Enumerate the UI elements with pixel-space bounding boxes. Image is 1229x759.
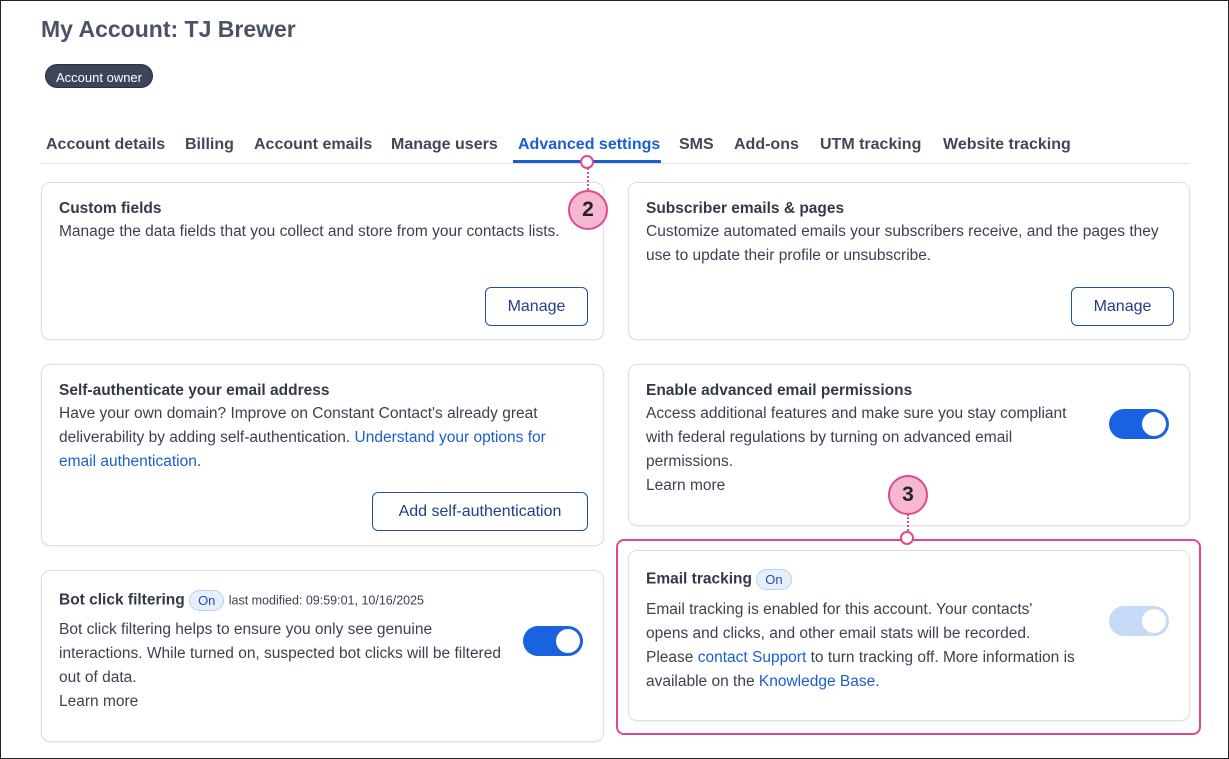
card-description: Bot click filtering helps to ensure you … xyxy=(59,621,501,686)
add-self-authentication-button[interactable]: Add self-authentication xyxy=(372,492,588,531)
learn-more-link[interactable]: Learn more xyxy=(646,474,725,498)
callout-3-marker: 3 xyxy=(888,475,928,515)
card-title: Bot click filtering xyxy=(59,591,185,609)
card-description: Have your own domain? Improve on Constan… xyxy=(59,402,584,474)
card-title-row: Bot click filtering On last modified: 09… xyxy=(59,590,424,611)
tab-website-tracking[interactable]: Website tracking xyxy=(943,136,1071,154)
subscriber-emails-card: Subscriber emails & pages Customize auto… xyxy=(628,182,1190,340)
tab-billing[interactable]: Billing xyxy=(185,136,234,154)
email-tracking-highlight xyxy=(616,539,1201,735)
tab-bar: Account details Billing Account emails M… xyxy=(41,127,1190,164)
card-description: Manage the data fields that you collect … xyxy=(59,223,560,240)
learn-more-link[interactable]: Learn more xyxy=(59,690,138,714)
toggle-knob xyxy=(1142,412,1166,436)
card-description: Access additional features and make sure… xyxy=(646,405,1067,470)
tab-utm-tracking[interactable]: UTM tracking xyxy=(820,136,921,154)
tab-sms[interactable]: SMS xyxy=(679,136,714,154)
last-modified-text: last modified: 09:59:01, 10/16/2025 xyxy=(228,593,425,608)
account-owner-badge: Account owner xyxy=(45,64,153,88)
description-end: . xyxy=(196,453,202,470)
custom-fields-card: Custom fields Manage the data fields tha… xyxy=(41,182,604,340)
manage-subscriber-emails-button[interactable]: Manage xyxy=(1071,287,1174,326)
tab-manage-users[interactable]: Manage users xyxy=(391,136,498,154)
callout-2-connector xyxy=(587,168,589,190)
card-title: Subscriber emails & pages xyxy=(646,200,845,217)
self-authenticate-card: Self-authenticate your email address Hav… xyxy=(41,364,604,546)
card-description: Customize automated emails your subscrib… xyxy=(646,223,1159,264)
manage-custom-fields-button[interactable]: Manage xyxy=(485,287,588,326)
status-badge: On xyxy=(189,590,225,611)
bot-click-filtering-toggle[interactable] xyxy=(523,626,583,656)
tab-add-ons[interactable]: Add-ons xyxy=(734,136,799,154)
card-title: Custom fields xyxy=(59,200,162,217)
bot-click-filtering-card: Bot click filtering On last modified: 09… xyxy=(41,570,604,742)
advanced-permissions-toggle[interactable] xyxy=(1109,409,1169,439)
card-title: Self-authenticate your email address xyxy=(59,382,330,399)
toggle-knob xyxy=(556,629,580,653)
tab-account-details[interactable]: Account details xyxy=(46,136,165,154)
callout-2-anchor-dot xyxy=(580,155,594,169)
tab-advanced-settings[interactable]: Advanced settings xyxy=(518,136,660,154)
tab-account-emails[interactable]: Account emails xyxy=(254,136,372,154)
callout-2-marker: 2 xyxy=(568,190,608,230)
page-title: My Account: TJ Brewer xyxy=(41,16,296,42)
card-title: Enable advanced email permissions xyxy=(646,382,913,399)
callout-3-anchor-dot xyxy=(900,531,914,545)
